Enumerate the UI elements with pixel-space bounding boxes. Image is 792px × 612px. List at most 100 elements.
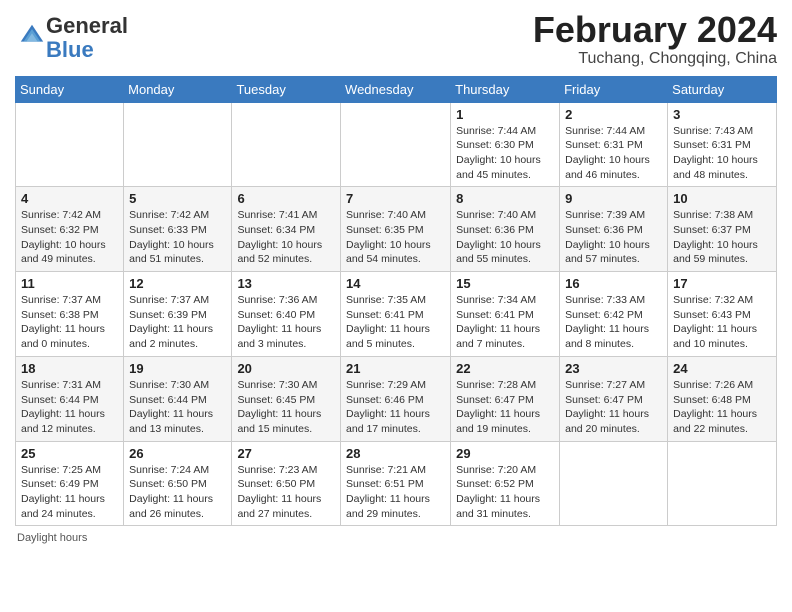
day-number: 10	[673, 191, 771, 206]
title-block: February 2024 Tuchang, Chongqing, China	[533, 10, 777, 68]
day-info: Sunrise: 7:34 AMSunset: 6:41 PMDaylight:…	[456, 293, 554, 352]
calendar-cell: 12 Sunrise: 7:37 AMSunset: 6:39 PMDayligh…	[124, 272, 232, 357]
calendar-cell: 1 Sunrise: 7:44 AMSunset: 6:30 PMDaylight…	[451, 102, 560, 187]
day-info: Sunrise: 7:30 AMSunset: 6:44 PMDaylight:…	[129, 378, 226, 437]
calendar-cell: 16 Sunrise: 7:33 AMSunset: 6:42 PMDayligh…	[560, 272, 668, 357]
calendar-cell: 8 Sunrise: 7:40 AMSunset: 6:36 PMDaylight…	[451, 187, 560, 272]
day-number: 12	[129, 276, 226, 291]
calendar-cell: 4 Sunrise: 7:42 AMSunset: 6:32 PMDaylight…	[16, 187, 124, 272]
day-number: 4	[21, 191, 118, 206]
calendar-header-tuesday: Tuesday	[232, 76, 341, 102]
day-info: Sunrise: 7:31 AMSunset: 6:44 PMDaylight:…	[21, 378, 118, 437]
calendar-cell: 10Sunrise: 7:38 AMSunset: 6:37 PMDayligh…	[668, 187, 777, 272]
calendar-cell: 28 Sunrise: 7:21 AMSunset: 6:51 PMDayligh…	[341, 441, 451, 526]
calendar: SundayMondayTuesdayWednesdayThursdayFrid…	[15, 76, 777, 527]
calendar-header-thursday: Thursday	[451, 76, 560, 102]
day-info: Sunrise: 7:27 AMSunset: 6:47 PMDaylight:…	[565, 378, 662, 437]
logo-text: General Blue	[46, 14, 128, 62]
day-number: 9	[565, 191, 662, 206]
calendar-cell: 21 Sunrise: 7:29 AMSunset: 6:46 PMDayligh…	[341, 356, 451, 441]
header: General Blue February 2024 Tuchang, Chon…	[15, 10, 777, 68]
calendar-cell	[341, 102, 451, 187]
day-number: 21	[346, 361, 445, 376]
calendar-cell: 27Sunrise: 7:23 AMSunset: 6:50 PMDayligh…	[232, 441, 341, 526]
calendar-cell: 29Sunrise: 7:20 AMSunset: 6:52 PMDayligh…	[451, 441, 560, 526]
logo-blue: Blue	[46, 37, 94, 62]
day-number: 17	[673, 276, 771, 291]
day-number: 28	[346, 446, 445, 461]
day-number: 25	[21, 446, 118, 461]
calendar-cell: 3Sunrise: 7:43 AMSunset: 6:31 PMDaylight…	[668, 102, 777, 187]
calendar-cell: 23Sunrise: 7:27 AMSunset: 6:47 PMDayligh…	[560, 356, 668, 441]
day-info: Sunrise: 7:35 AMSunset: 6:41 PMDaylight:…	[346, 293, 445, 352]
logo-general: General	[46, 13, 128, 38]
day-number: 13	[237, 276, 335, 291]
calendar-cell: 19 Sunrise: 7:30 AMSunset: 6:44 PMDayligh…	[124, 356, 232, 441]
day-info: Sunrise: 7:23 AMSunset: 6:50 PMDaylight:…	[237, 463, 335, 522]
day-info: Sunrise: 7:40 AMSunset: 6:35 PMDaylight:…	[346, 208, 445, 267]
day-info: Sunrise: 7:29 AMSunset: 6:46 PMDaylight:…	[346, 378, 445, 437]
day-number: 26	[129, 446, 226, 461]
calendar-cell	[560, 441, 668, 526]
day-info: Sunrise: 7:44 AMSunset: 6:30 PMDaylight:…	[456, 124, 554, 183]
day-number: 15	[456, 276, 554, 291]
month-year: February 2024	[533, 10, 777, 50]
day-number: 2	[565, 107, 662, 122]
day-number: 1	[456, 107, 554, 122]
day-info: Sunrise: 7:40 AMSunset: 6:36 PMDaylight:…	[456, 208, 554, 267]
calendar-cell: 15 Sunrise: 7:34 AMSunset: 6:41 PMDayligh…	[451, 272, 560, 357]
day-number: 3	[673, 107, 771, 122]
day-number: 7	[346, 191, 445, 206]
day-number: 14	[346, 276, 445, 291]
page: General Blue February 2024 Tuchang, Chon…	[0, 0, 792, 612]
day-info: Sunrise: 7:30 AMSunset: 6:45 PMDaylight:…	[237, 378, 335, 437]
day-number: 8	[456, 191, 554, 206]
calendar-week-3: 11Sunrise: 7:37 AMSunset: 6:38 PMDayligh…	[16, 272, 777, 357]
footer: Daylight hours	[15, 532, 777, 544]
calendar-cell: 5 Sunrise: 7:42 AMSunset: 6:33 PMDaylight…	[124, 187, 232, 272]
location: Tuchang, Chongqing, China	[533, 50, 777, 68]
day-info: Sunrise: 7:37 AMSunset: 6:39 PMDaylight:…	[129, 293, 226, 352]
day-info: Sunrise: 7:44 AMSunset: 6:31 PMDaylight:…	[565, 124, 662, 183]
calendar-header-friday: Friday	[560, 76, 668, 102]
calendar-cell: 6Sunrise: 7:41 AMSunset: 6:34 PMDaylight…	[232, 187, 341, 272]
day-number: 29	[456, 446, 554, 461]
day-info: Sunrise: 7:42 AMSunset: 6:32 PMDaylight:…	[21, 208, 118, 267]
calendar-cell: 13 Sunrise: 7:36 AMSunset: 6:40 PMDayligh…	[232, 272, 341, 357]
day-info: Sunrise: 7:39 AMSunset: 6:36 PMDaylight:…	[565, 208, 662, 267]
calendar-week-2: 4 Sunrise: 7:42 AMSunset: 6:32 PMDaylight…	[16, 187, 777, 272]
calendar-cell: 2 Sunrise: 7:44 AMSunset: 6:31 PMDaylight…	[560, 102, 668, 187]
day-info: Sunrise: 7:32 AMSunset: 6:43 PMDaylight:…	[673, 293, 771, 352]
calendar-cell: 26 Sunrise: 7:24 AMSunset: 6:50 PMDayligh…	[124, 441, 232, 526]
calendar-cell: 24Sunrise: 7:26 AMSunset: 6:48 PMDayligh…	[668, 356, 777, 441]
calendar-cell: 11Sunrise: 7:37 AMSunset: 6:38 PMDayligh…	[16, 272, 124, 357]
logo-icon	[18, 22, 46, 50]
day-number: 19	[129, 361, 226, 376]
day-info: Sunrise: 7:25 AMSunset: 6:49 PMDaylight:…	[21, 463, 118, 522]
calendar-cell: 18 Sunrise: 7:31 AMSunset: 6:44 PMDayligh…	[16, 356, 124, 441]
day-info: Sunrise: 7:24 AMSunset: 6:50 PMDaylight:…	[129, 463, 226, 522]
calendar-header-sunday: Sunday	[16, 76, 124, 102]
day-number: 5	[129, 191, 226, 206]
day-info: Sunrise: 7:36 AMSunset: 6:40 PMDaylight:…	[237, 293, 335, 352]
calendar-cell: 14 Sunrise: 7:35 AMSunset: 6:41 PMDayligh…	[341, 272, 451, 357]
day-number: 18	[21, 361, 118, 376]
day-info: Sunrise: 7:21 AMSunset: 6:51 PMDaylight:…	[346, 463, 445, 522]
day-number: 22	[456, 361, 554, 376]
calendar-cell	[124, 102, 232, 187]
day-number: 20	[237, 361, 335, 376]
calendar-week-4: 18 Sunrise: 7:31 AMSunset: 6:44 PMDayligh…	[16, 356, 777, 441]
calendar-header-wednesday: Wednesday	[341, 76, 451, 102]
calendar-header-monday: Monday	[124, 76, 232, 102]
calendar-cell: 22Sunrise: 7:28 AMSunset: 6:47 PMDayligh…	[451, 356, 560, 441]
daylight-label: Daylight hours	[17, 532, 87, 544]
day-number: 16	[565, 276, 662, 291]
day-info: Sunrise: 7:33 AMSunset: 6:42 PMDaylight:…	[565, 293, 662, 352]
calendar-cell	[668, 441, 777, 526]
day-info: Sunrise: 7:42 AMSunset: 6:33 PMDaylight:…	[129, 208, 226, 267]
day-number: 24	[673, 361, 771, 376]
calendar-cell: 20 Sunrise: 7:30 AMSunset: 6:45 PMDayligh…	[232, 356, 341, 441]
calendar-cell: 9 Sunrise: 7:39 AMSunset: 6:36 PMDaylight…	[560, 187, 668, 272]
calendar-header-saturday: Saturday	[668, 76, 777, 102]
day-info: Sunrise: 7:41 AMSunset: 6:34 PMDaylight:…	[237, 208, 335, 267]
